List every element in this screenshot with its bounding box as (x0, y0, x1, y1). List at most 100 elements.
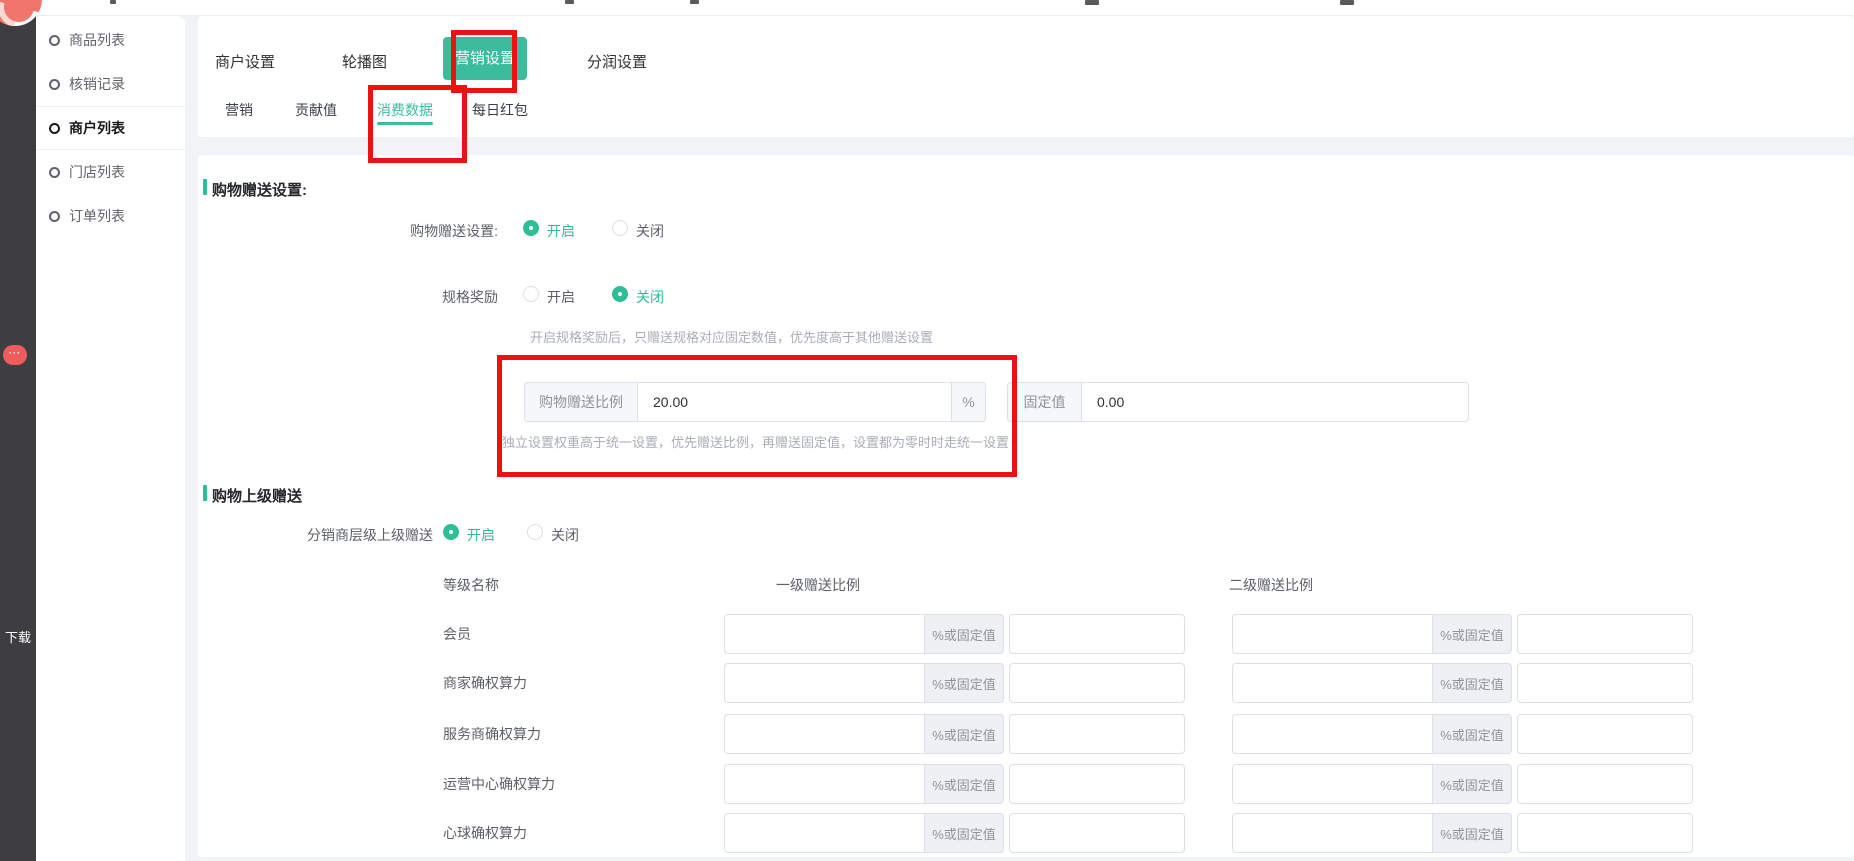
spec-reward-off-label[interactable]: 关闭 (636, 287, 664, 307)
level1-ratio-input[interactable] (724, 714, 924, 754)
radio-circle-icon (49, 167, 60, 178)
level1-ratio-group: %或固定值 (724, 663, 1185, 703)
level1-ratio-input[interactable] (724, 813, 924, 853)
gift-switch-on-radio[interactable] (523, 220, 539, 236)
subtab-consumption-data[interactable]: 消费数据 (377, 100, 433, 120)
app-logo[interactable] (0, 0, 42, 26)
level2-ratio-input[interactable] (1232, 614, 1432, 654)
spec-reward-on-label[interactable]: 开启 (547, 287, 575, 307)
level1-fixed-input[interactable] (1009, 663, 1185, 703)
level2-fixed-input[interactable] (1517, 714, 1693, 754)
level2-ratio-input[interactable] (1232, 714, 1432, 754)
sidebar-item-verify-records[interactable]: 核销记录 (36, 62, 185, 106)
radio-circle-icon (49, 79, 60, 90)
active-subtab-underline (377, 122, 433, 125)
sidebar: 商品列表 核销记录 商户列表 门店列表 订单列表 (36, 16, 185, 861)
sidebar-item-store-list[interactable]: 门店列表 (36, 150, 185, 194)
subtab-contribution[interactable]: 贡献值 (295, 100, 337, 120)
radio-circle-icon (49, 35, 60, 46)
sidebar-item-order-list[interactable]: 订单列表 (36, 194, 185, 238)
tab-marketing-settings[interactable]: 营销设置 (443, 37, 527, 80)
level1-fixed-input[interactable] (1009, 614, 1185, 654)
level1-ratio-input[interactable] (724, 663, 924, 703)
more-actions-button[interactable]: ··· (3, 345, 27, 365)
col-header-level1-ratio: 一级赠送比例 (776, 575, 860, 595)
fixed-value-input-group: 固定值 (1007, 382, 1469, 422)
spec-reward-off-radio[interactable] (612, 286, 628, 302)
gift-switch-label: 购物赠送设置: (298, 221, 498, 241)
tab-merchant-settings[interactable]: 商户设置 (215, 51, 275, 72)
toolbar-fragment-icon (1085, 0, 1099, 5)
level-name: 服务商确权算力 (443, 714, 703, 754)
section-accent-bar (203, 179, 207, 195)
level1-ratio-group: %或固定值 (724, 714, 1185, 754)
gift-ratio-input[interactable] (637, 382, 952, 422)
unit-or-fixed-label: %或固定值 (1432, 813, 1512, 853)
gift-switch-off-radio[interactable] (612, 220, 628, 236)
subtab-daily-redpacket[interactable]: 每日红包 (472, 100, 528, 120)
level1-ratio-group: %或固定值 (724, 764, 1185, 804)
sidebar-item-label: 商户列表 (69, 118, 125, 138)
toolbar-fragment-icon (110, 0, 116, 4)
level2-ratio-group: %或固定值 (1232, 714, 1693, 754)
level1-fixed-input[interactable] (1009, 813, 1185, 853)
unit-or-fixed-label: %或固定值 (1432, 764, 1512, 804)
left-rail: ··· 下载 (0, 0, 36, 861)
page: ··· 下载 商品列表 核销记录 商户列表 门店列表 订单列表 商户设置 轮播图… (0, 0, 1854, 861)
col-header-level2-ratio: 二级赠送比例 (1229, 575, 1313, 595)
col-header-level-name: 等级名称 (443, 575, 499, 595)
tabs-card: 商户设置 轮播图 营销设置 分润设置 营销 贡献值 消费数据 每日红包 (198, 16, 1854, 137)
tab-profit-settings[interactable]: 分润设置 (587, 51, 647, 72)
spec-reward-label: 规格奖励 (298, 287, 498, 307)
unit-or-fixed-label: %或固定值 (1432, 714, 1512, 754)
section-title-upper-gift: 购物上级赠送 (212, 485, 302, 506)
level2-ratio-input[interactable] (1232, 764, 1432, 804)
subtab-marketing[interactable]: 营销 (225, 100, 253, 120)
sidebar-item-goods-list[interactable]: 商品列表 (36, 18, 185, 62)
level2-ratio-input[interactable] (1232, 663, 1432, 703)
section-title-gift-settings: 购物赠送设置: (212, 179, 307, 200)
level2-fixed-input[interactable] (1517, 813, 1693, 853)
download-label[interactable]: 下载 (0, 627, 36, 646)
gift-switch-off-label[interactable]: 关闭 (636, 221, 664, 241)
distributor-upper-on-label[interactable]: 开启 (467, 525, 495, 545)
gift-switch-on-label[interactable]: 开启 (547, 221, 575, 241)
distributor-upper-on-radio[interactable] (443, 524, 459, 540)
gift-ratio-input-group: 购物赠送比例 % (524, 382, 986, 422)
unit-or-fixed-label: %或固定值 (924, 764, 1004, 804)
level2-fixed-input[interactable] (1517, 764, 1693, 804)
fixed-value-prepend-label: 固定值 (1007, 382, 1081, 422)
percent-unit-label: % (952, 382, 986, 422)
sidebar-item-label: 核销记录 (69, 74, 125, 94)
level2-fixed-input[interactable] (1517, 614, 1693, 654)
toolbar-fragment-icon (690, 0, 699, 4)
radio-circle-icon (49, 123, 60, 134)
spec-reward-on-radio[interactable] (523, 286, 539, 302)
level1-ratio-input[interactable] (724, 614, 924, 654)
distributor-upper-off-radio[interactable] (527, 524, 543, 540)
sidebar-item-label: 门店列表 (69, 162, 125, 182)
level2-ratio-group: %或固定值 (1232, 614, 1693, 654)
distributor-upper-off-label[interactable]: 关闭 (551, 525, 579, 545)
weight-priority-help: 独立设置权重高于统一设置，优先赠送比例，再赠送固定值，设置都为零时时走统一设置 (502, 432, 1009, 451)
level2-ratio-group: %或固定值 (1232, 764, 1693, 804)
sidebar-item-label: 订单列表 (69, 206, 125, 226)
toolbar-fragment-icon (1340, 0, 1354, 5)
level2-fixed-input[interactable] (1517, 663, 1693, 703)
radio-circle-icon (49, 211, 60, 222)
distributor-upper-label: 分销商层级上级赠送 (233, 525, 433, 545)
level1-fixed-input[interactable] (1009, 764, 1185, 804)
unit-or-fixed-label: %或固定值 (924, 813, 1004, 853)
level1-ratio-input[interactable] (724, 764, 924, 804)
level2-ratio-group: %或固定值 (1232, 663, 1693, 703)
unit-or-fixed-label: %或固定值 (1432, 663, 1512, 703)
level1-ratio-group: %或固定值 (724, 614, 1185, 654)
level-name: 心球确权算力 (443, 813, 703, 853)
fixed-value-input[interactable] (1081, 382, 1469, 422)
tab-carousel[interactable]: 轮播图 (342, 51, 387, 72)
level1-fixed-input[interactable] (1009, 714, 1185, 754)
sidebar-item-merchant-list[interactable]: 商户列表 (36, 106, 185, 150)
unit-or-fixed-label: %或固定值 (924, 663, 1004, 703)
level2-ratio-input[interactable] (1232, 813, 1432, 853)
level-name: 运营中心确权算力 (443, 764, 703, 804)
